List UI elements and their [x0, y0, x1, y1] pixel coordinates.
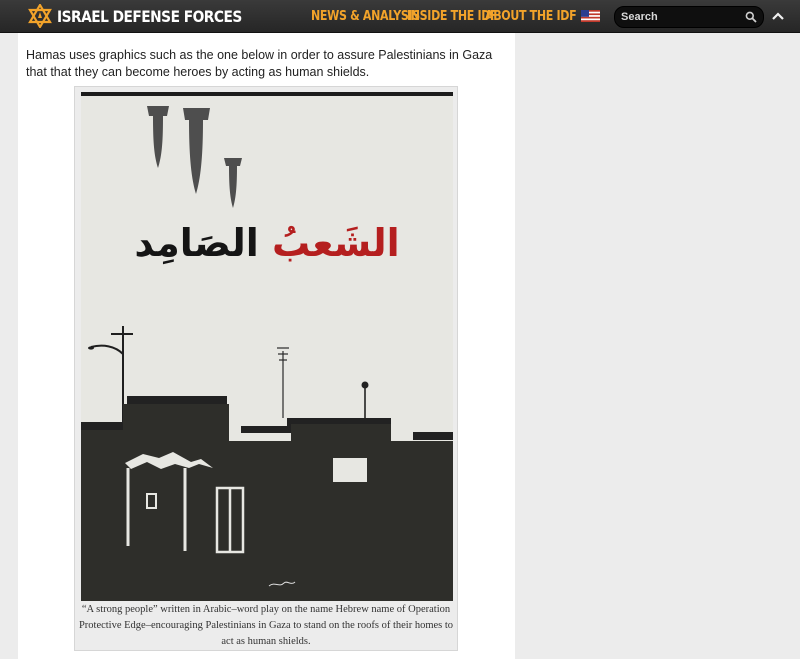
poster-title-black-word: الصَامِد	[134, 221, 259, 265]
search-box[interactable]	[614, 6, 764, 28]
chevron-up-icon[interactable]	[771, 9, 785, 23]
search-icon[interactable]	[745, 11, 757, 23]
article-intro-text: Hamas uses graphics such as the one belo…	[26, 48, 493, 79]
figure-caption: “A strong people” written in Arabic–word…	[78, 604, 454, 647]
poster-image: الشَعبُ الصَامِد	[81, 92, 453, 601]
site-title: ISRAEL DEFENSE FORCES	[57, 6, 242, 26]
us-flag-icon[interactable]	[581, 10, 600, 22]
poster-arabic-title: الشَعبُ الصَامِد	[81, 221, 453, 265]
star-of-david-logo-icon	[28, 4, 52, 28]
nav-news-analysis-label[interactable]: NEWS & ANALYSIS	[311, 9, 420, 24]
nav-about-the-idf-label[interactable]: ABOUT THE IDF	[485, 9, 577, 24]
article-figure: الشَعبُ الصَامِد “A strong people” writt…	[74, 86, 458, 651]
nav-inside-the-idf-label[interactable]: INSIDE THE IDF	[407, 9, 498, 24]
search-input[interactable]	[621, 9, 739, 25]
right-sidebar	[515, 33, 800, 659]
falling-bombs-icon	[147, 106, 242, 208]
site-logo[interactable]: ISRAEL DEFENSE FORCES	[28, 3, 272, 29]
poster-illustration	[81, 106, 453, 601]
poster-title-red-word: الشَعبُ	[272, 221, 400, 265]
top-navigation-bar: ISRAEL DEFENSE FORCES NEWS & ANALYSIS IN…	[0, 0, 800, 33]
article-column: Hamas uses graphics such as the one belo…	[18, 33, 515, 659]
nav-about-the-idf[interactable]: ABOUT THE IDF	[485, 0, 592, 32]
